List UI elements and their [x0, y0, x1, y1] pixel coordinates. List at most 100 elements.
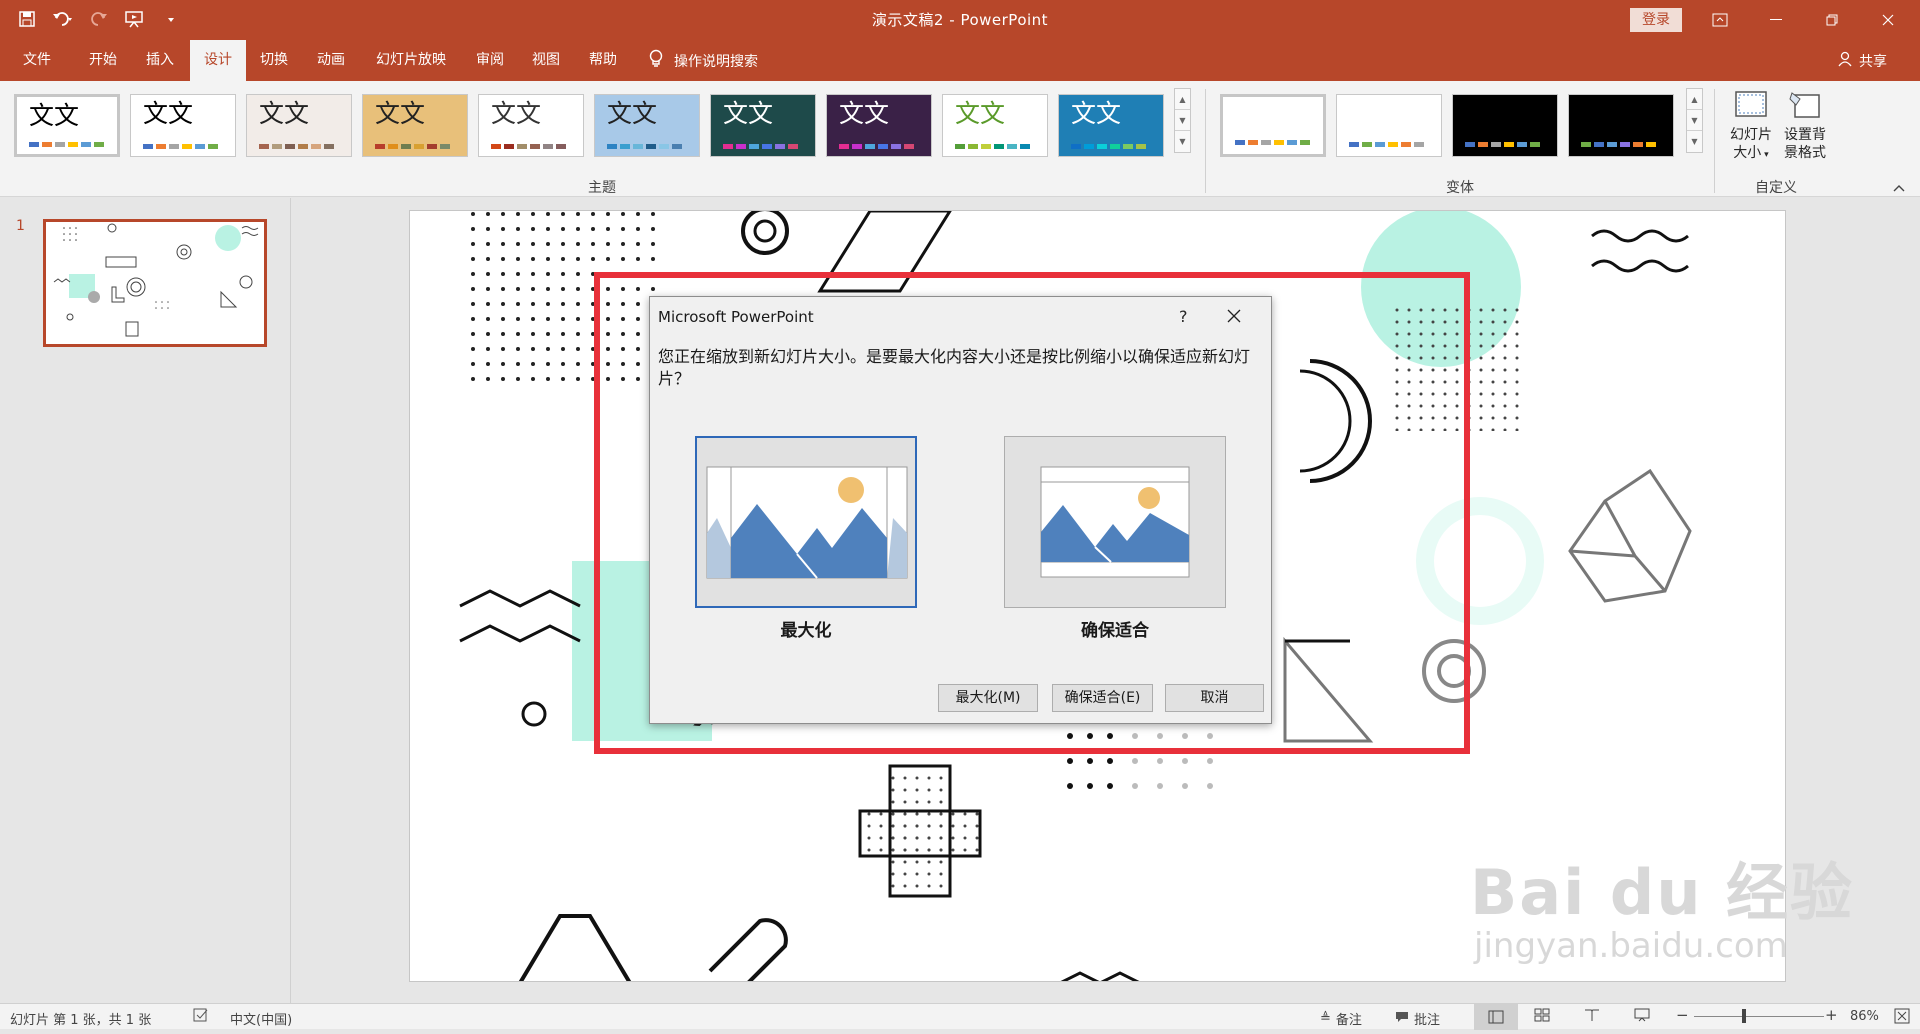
spelling-check-icon[interactable]	[192, 1007, 210, 1027]
status-bar: 幻灯片 第 1 张，共 1 张 中文(中国) ≜ 备注 批注 − + 86%	[0, 1003, 1920, 1030]
color-swatch	[1248, 140, 1258, 145]
slide-sorter-icon	[1534, 1008, 1550, 1022]
search-label: 操作说明搜索	[674, 53, 758, 70]
color-swatch	[646, 144, 656, 149]
zoom-slider-track[interactable]	[1694, 1016, 1824, 1017]
tab-help[interactable]: 帮助	[574, 40, 632, 81]
color-swatch	[259, 144, 269, 149]
theme-color-swatches	[143, 144, 218, 149]
theme-sample-text: 文文	[259, 99, 310, 128]
option-maximize[interactable]	[695, 436, 917, 608]
color-swatch	[182, 144, 192, 149]
tab-slide-show[interactable]: 幻灯片放映	[364, 40, 458, 81]
tab-file[interactable]: 文件	[8, 40, 66, 81]
doc-title: 演示文稿2	[871, 11, 944, 29]
reading-view-button[interactable]	[1584, 1008, 1600, 1026]
color-swatch	[285, 144, 295, 149]
theme-sample-text: 文文	[955, 99, 1006, 128]
tab-review[interactable]: 审阅	[462, 40, 518, 81]
variant-color-swatches	[1465, 142, 1540, 147]
comments-label: 批注	[1414, 1013, 1441, 1028]
color-swatch	[1007, 144, 1017, 149]
color-swatch	[1414, 142, 1424, 147]
notes-button[interactable]: ≜ 备注	[1320, 1009, 1362, 1028]
color-swatch	[633, 144, 643, 149]
restore-button[interactable]	[1804, 0, 1860, 40]
dialog-close-button[interactable]	[1218, 303, 1250, 329]
theme-color-swatches	[955, 144, 1030, 149]
color-swatch	[788, 144, 798, 149]
theme-thumbnail[interactable]: 文文	[246, 94, 352, 157]
color-swatch	[659, 144, 669, 149]
theme-sample-text: 文文	[491, 99, 542, 128]
minimize-button[interactable]	[1748, 0, 1804, 40]
theme-thumbnail[interactable]: 文文	[826, 94, 932, 157]
format-background-label: 设置背	[1784, 127, 1826, 143]
close-window-button[interactable]	[1860, 0, 1916, 40]
tab-home[interactable]: 开始	[74, 40, 132, 81]
gallery-more-icon[interactable]: ▼	[1175, 131, 1190, 152]
cancel-button[interactable]: 取消	[1165, 684, 1264, 712]
collapse-ribbon-icon[interactable]	[1892, 179, 1906, 197]
color-swatch	[1465, 142, 1475, 147]
tab-transitions[interactable]: 切换	[246, 40, 302, 81]
reading-view-icon	[1585, 1009, 1599, 1021]
slide-sorter-view-button[interactable]	[1534, 1008, 1550, 1026]
theme-color-swatches	[29, 142, 104, 147]
fit-to-window-button[interactable]	[1894, 1008, 1910, 1028]
comments-button[interactable]: 批注	[1395, 1009, 1440, 1028]
color-swatch	[143, 144, 153, 149]
zoom-slider-thumb[interactable]	[1742, 1009, 1746, 1023]
design-ribbon: 文文 文文 文文 文文 文文 文文 文文 文文 文文 文文 ▲ ▼ ▼ 主题 ▲ ▼ ▼ 变体 幻…	[0, 81, 1920, 197]
normal-view-button[interactable]	[1474, 1004, 1518, 1030]
scroll-down-icon[interactable]: ▼	[1687, 110, 1702, 131]
theme-color-swatches	[839, 144, 914, 149]
variant-thumbnail[interactable]	[1336, 94, 1442, 157]
theme-thumbnail[interactable]: 文文	[710, 94, 816, 157]
format-background-button[interactable]: 设置背 景格式	[1778, 89, 1832, 162]
tab-view[interactable]: 视图	[518, 40, 574, 81]
option-ensure-fit[interactable]	[1004, 436, 1226, 608]
login-button[interactable]: 登录	[1630, 8, 1682, 32]
zoom-level[interactable]: 86%	[1850, 1009, 1879, 1024]
language-status[interactable]: 中文(中国)	[230, 1009, 292, 1028]
maximize-button[interactable]: 最大化(M)	[938, 684, 1038, 712]
ensure-fit-button[interactable]: 确保适合(E)	[1052, 684, 1153, 712]
scroll-down-icon[interactable]: ▼	[1175, 110, 1190, 131]
share-button[interactable]: 共享	[1838, 40, 1887, 81]
theme-thumbnail[interactable]: 文文	[1058, 94, 1164, 157]
ribbon-display-options-button[interactable]	[1692, 0, 1748, 40]
theme-thumbnail[interactable]: 文文	[362, 94, 468, 157]
help-button[interactable]: ?	[1179, 307, 1188, 326]
share-label: 共享	[1859, 53, 1887, 70]
theme-thumbnail[interactable]: 文文	[130, 94, 236, 157]
theme-thumbnail[interactable]: 文文	[942, 94, 1048, 157]
color-swatch	[1136, 144, 1146, 149]
baidu-watermark: Bai du 经验 jingyan.baidu.com	[1470, 860, 1854, 967]
variant-thumbnail[interactable]	[1452, 94, 1558, 157]
normal-view-icon	[1488, 1010, 1504, 1024]
slide-size-icon	[1724, 89, 1778, 126]
tell-me-search[interactable]: 操作说明搜索	[648, 40, 758, 81]
tab-design[interactable]: 设计	[190, 40, 246, 81]
tab-insert[interactable]: 插入	[131, 40, 189, 81]
zoom-in-button[interactable]: +	[1825, 1006, 1838, 1024]
option-ensure-fit-label: 确保适合	[1081, 621, 1149, 641]
color-swatch	[1287, 140, 1297, 145]
variant-thumbnail[interactable]	[1220, 94, 1326, 157]
theme-thumbnail[interactable]: 文文	[478, 94, 584, 157]
slideshow-view-button[interactable]	[1634, 1008, 1650, 1026]
slide-thumbnail[interactable]	[43, 219, 267, 347]
scroll-up-icon[interactable]: ▲	[1687, 89, 1702, 110]
scroll-up-icon[interactable]: ▲	[1175, 89, 1190, 110]
tab-animations[interactable]: 动画	[302, 40, 360, 81]
slide-size-button[interactable]: 幻灯片 大小 ▾	[1724, 89, 1778, 164]
color-swatch	[852, 144, 862, 149]
theme-thumbnail[interactable]: 文文	[14, 94, 120, 157]
variant-thumbnail[interactable]	[1568, 94, 1674, 157]
color-swatch	[1375, 142, 1385, 147]
theme-thumbnail[interactable]: 文文	[594, 94, 700, 157]
zoom-out-button[interactable]: −	[1676, 1006, 1689, 1024]
color-swatch	[839, 144, 849, 149]
gallery-more-icon[interactable]: ▼	[1687, 131, 1702, 152]
